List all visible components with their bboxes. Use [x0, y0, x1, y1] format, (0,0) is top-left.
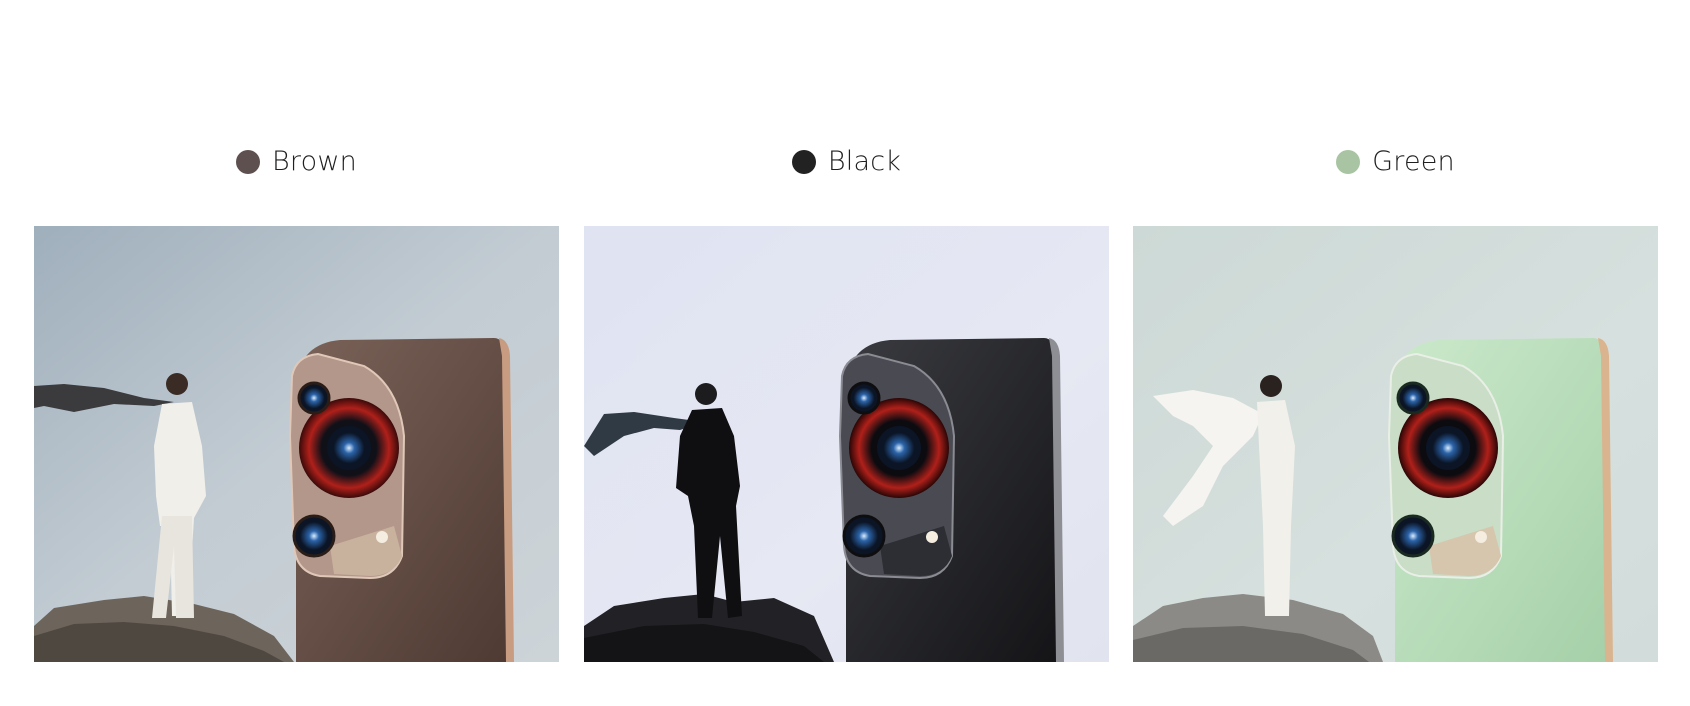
color-label-brown: Brown [272, 146, 357, 177]
product-image-black[interactable] [584, 226, 1109, 662]
color-option-brown[interactable]: Brown [34, 144, 559, 180]
color-card-green: Green [1133, 0, 1658, 706]
color-options: Brown Black Green [0, 0, 1690, 706]
product-image-brown[interactable] [34, 226, 559, 662]
color-option-black[interactable]: Black [584, 144, 1109, 180]
swatch-green[interactable] [1336, 150, 1361, 174]
swatch-black[interactable] [791, 150, 816, 174]
product-image-green[interactable] [1133, 226, 1658, 662]
swatch-brown[interactable] [236, 150, 261, 174]
color-card-black: Black [584, 0, 1109, 706]
color-label-black: Black [827, 146, 902, 177]
color-card-brown: Brown [34, 0, 559, 706]
color-option-green[interactable]: Green [1133, 144, 1658, 180]
color-label-green: Green [1372, 146, 1455, 177]
